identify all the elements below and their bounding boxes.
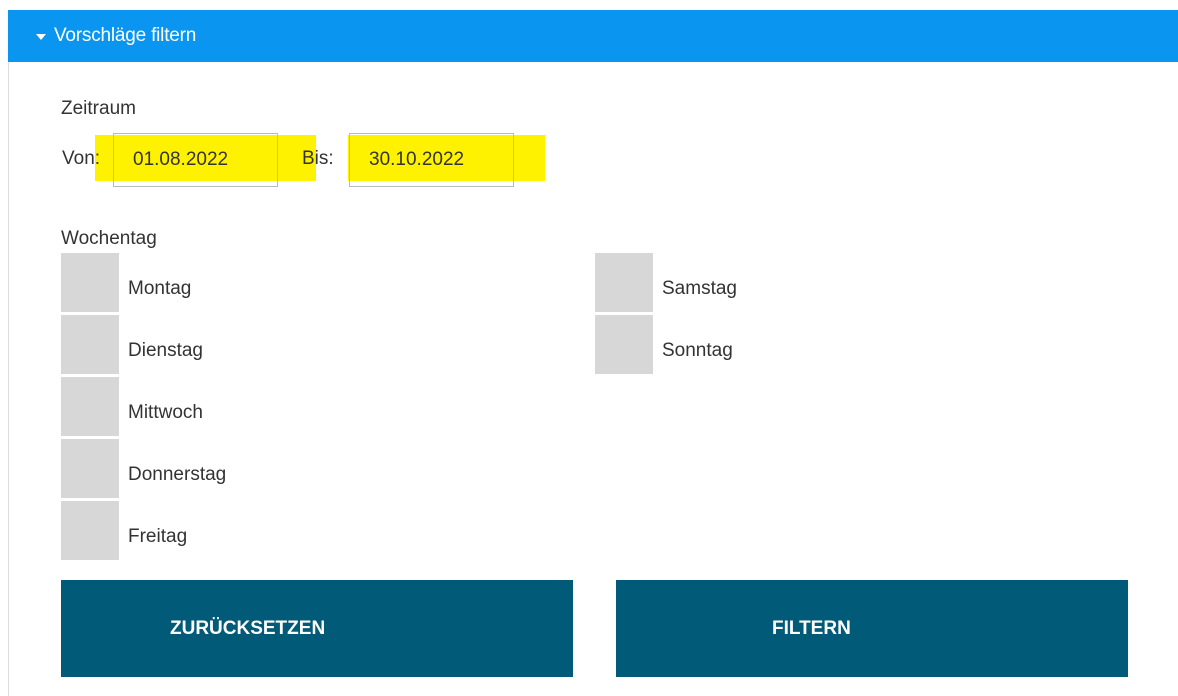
checkbox-sonntag[interactable] (595, 315, 653, 374)
day-label-freitag: Freitag (128, 525, 188, 547)
zeitraum-label: Zeitraum (61, 98, 136, 119)
caret-down-icon (36, 33, 46, 40)
checkbox-mittwoch[interactable] (61, 377, 119, 436)
checkbox-dienstag[interactable] (61, 315, 119, 374)
filter-panel-header[interactable]: Vorschläge filtern (8, 10, 1178, 62)
filter-button[interactable]: FILTERN (616, 580, 1128, 677)
checkbox-samstag[interactable] (595, 253, 653, 312)
day-label-samstag: Samstag (662, 277, 737, 299)
day-label-mittwoch: Mittwoch (128, 401, 203, 423)
day-option-sonntag[interactable]: Sonntag (595, 315, 733, 374)
checkbox-donnerstag[interactable] (61, 439, 119, 498)
von-label: Von: (62, 148, 101, 169)
checkbox-montag[interactable] (61, 253, 119, 312)
day-option-montag[interactable]: Montag (61, 253, 191, 312)
day-option-samstag[interactable]: Samstag (595, 253, 737, 312)
day-option-mittwoch[interactable]: Mittwoch (61, 377, 203, 436)
bis-date-input[interactable]: 30.10.2022 (349, 133, 514, 187)
day-label-dienstag: Dienstag (128, 339, 203, 361)
day-label-donnerstag: Donnerstag (128, 463, 227, 485)
wochentag-label: Wochentag (61, 228, 157, 249)
bis-label: Bis: (302, 148, 334, 169)
reset-button[interactable]: ZURÜCKSETZEN (61, 580, 573, 677)
panel-title: Vorschläge filtern (54, 25, 197, 46)
day-label-montag: Montag (128, 277, 192, 299)
day-option-donnerstag[interactable]: Donnerstag (61, 439, 226, 498)
day-label-sonntag: Sonntag (662, 339, 733, 361)
day-option-freitag[interactable]: Freitag (61, 501, 187, 560)
day-option-dienstag[interactable]: Dienstag (61, 315, 203, 374)
von-date-input[interactable]: 01.08.2022 (113, 133, 278, 187)
checkbox-freitag[interactable] (61, 501, 119, 560)
